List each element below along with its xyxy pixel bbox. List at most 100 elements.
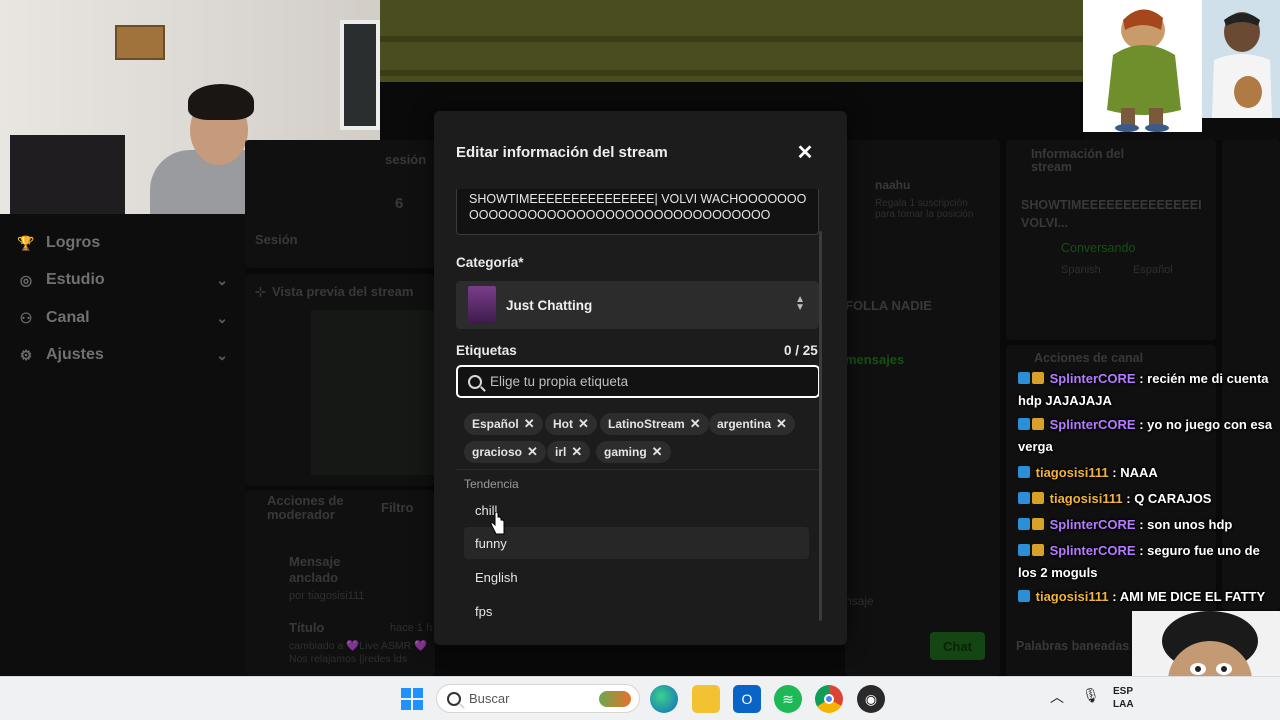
edge-icon[interactable] xyxy=(650,685,678,713)
taskbar-search[interactable]: Buscar xyxy=(436,684,640,713)
spotify-icon[interactable]: ≋ xyxy=(774,685,802,713)
tag-chip[interactable]: Hot ✕ xyxy=(545,413,597,435)
suggestions-header: Tendencia xyxy=(464,477,519,491)
tag-label: gaming xyxy=(604,445,647,459)
stream-title-field[interactable]: SHOWTIMEEEEEEEEEEEEEEE| VOLVI WACHOOOOOO… xyxy=(456,189,819,235)
tag-label: argentina xyxy=(717,417,772,431)
sidebar-item-canal[interactable]: ⚇ Canal ⌄ xyxy=(18,303,228,333)
obs-icon[interactable]: ◉ xyxy=(857,685,885,713)
suggestion-item[interactable]: fps xyxy=(464,595,809,627)
category-value: Just Chatting xyxy=(506,297,593,313)
suggestion-item[interactable]: funny xyxy=(464,527,809,559)
hand-cursor-icon xyxy=(490,512,505,535)
sidebar-item-label: Canal xyxy=(46,309,90,326)
sidebar-item-ajustes[interactable]: ⚙ Ajustes ⌄ xyxy=(18,340,228,370)
sub-badge-icon xyxy=(1018,518,1030,530)
top-video-band xyxy=(380,0,1083,82)
sub-badge-icon xyxy=(1018,372,1030,384)
sidebar-item-logros[interactable]: 🏆 Logros xyxy=(17,228,228,258)
cartoon-doctor-image xyxy=(1202,0,1280,118)
divider xyxy=(456,469,819,470)
crown-badge-icon xyxy=(1032,544,1044,556)
chevron-down-icon: ⌄ xyxy=(216,271,228,288)
edit-stream-info-modal: Editar información del stream ✕ SHOWTIME… xyxy=(434,111,847,645)
category-select[interactable]: Just Chatting ▲ ▼ xyxy=(456,281,819,329)
tag-chip[interactable]: argentina ✕ xyxy=(709,413,795,435)
tag-chip[interactable]: irl ✕ xyxy=(547,441,591,463)
chat-username: SplinterCORE xyxy=(1049,417,1136,432)
close-icon[interactable]: ✕ xyxy=(652,444,663,460)
tag-chip[interactable]: LatinoStream ✕ xyxy=(600,413,709,435)
chat-overlay-line: SplinterCORE : seguro fue uno de los 2 m… xyxy=(1018,540,1280,584)
tag-chip[interactable]: gaming ✕ xyxy=(596,441,671,463)
close-icon[interactable]: ✕ xyxy=(776,416,787,432)
suggestion-item[interactable]: English xyxy=(464,561,809,593)
crown-badge-icon xyxy=(1032,372,1044,384)
crown-badge-icon xyxy=(1032,492,1044,504)
chrome-center xyxy=(824,694,834,704)
tag-label: irl xyxy=(555,445,567,459)
chat-username: SplinterCORE xyxy=(1049,371,1136,386)
trophy-icon: 🏆 xyxy=(17,234,35,251)
search-icon xyxy=(447,691,461,706)
close-icon[interactable]: ✕ xyxy=(794,142,816,164)
chat-overlay-line: tiagosisi111 : AMI ME DICE EL FATTY xyxy=(1018,586,1280,608)
tag-label: Español xyxy=(472,417,519,431)
sidebar-item-label: Logros xyxy=(46,234,101,251)
webcam-painting xyxy=(115,25,165,60)
sub-badge-icon xyxy=(1018,544,1030,556)
users-icon: ⚇ xyxy=(19,309,33,326)
close-icon[interactable]: ✕ xyxy=(578,416,589,432)
close-icon[interactable]: ✕ xyxy=(571,444,582,460)
sub-badge-icon xyxy=(1018,418,1030,430)
dashboard-sidebar: 🏆 Logros ◎ Estudio ⌄ ⚇ Canal ⌄ ⚙ Ajustes… xyxy=(0,214,245,676)
cartoon-hunchback-image xyxy=(1083,0,1202,132)
microphone-icon[interactable]: 🎙 xyxy=(1082,687,1100,704)
search-icon xyxy=(468,374,482,389)
chat-text: : son unos hdp xyxy=(1139,517,1233,532)
band-stripe xyxy=(380,70,1083,76)
chat-overlay-line: tiagosisi111 : Q CARAJOS xyxy=(1018,488,1280,510)
tag-chip[interactable]: gracioso ✕ xyxy=(464,441,546,463)
updown-caret-icon: ▲ ▼ xyxy=(795,294,805,313)
file-explorer-icon[interactable] xyxy=(692,685,720,713)
modal-title: Editar información del stream xyxy=(456,144,668,161)
crown-badge-icon xyxy=(1032,418,1044,430)
sub-badge-icon xyxy=(1018,590,1030,602)
tags-label: Etiquetas xyxy=(456,343,517,358)
chrome-icon[interactable] xyxy=(815,685,843,713)
sub-badge-icon xyxy=(1018,466,1030,478)
sidebar-item-label: Ajustes xyxy=(46,346,104,363)
chat-username: SplinterCORE xyxy=(1049,543,1136,558)
chat-username: tiagosisi111 xyxy=(1035,589,1109,604)
camera-icon: ◎ xyxy=(19,271,33,288)
tag-chip[interactable]: Español ✕ xyxy=(464,413,543,435)
windows-taskbar: Buscar O ≋ ◉ ︿ 🎙 ESP LAA xyxy=(0,676,1280,720)
chevron-down-icon: ⌄ xyxy=(216,309,228,326)
outlook-icon[interactable]: O xyxy=(733,685,761,713)
gear-icon: ⚙ xyxy=(19,346,33,363)
tags-search-field[interactable] xyxy=(456,365,820,398)
chat-overlay-line: SplinterCORE : son unos hdp xyxy=(1018,514,1280,536)
windows-start-icon[interactable] xyxy=(398,685,426,713)
webcam-window xyxy=(340,20,380,130)
close-icon[interactable]: ✕ xyxy=(524,416,535,432)
taskbar-search-placeholder: Buscar xyxy=(469,691,510,706)
chat-text: : AMI ME DICE EL FATTY xyxy=(1112,589,1266,604)
close-icon[interactable]: ✕ xyxy=(690,416,701,432)
chat-text: : NAAA xyxy=(1112,465,1158,480)
chat-username: tiagosisi111 xyxy=(1035,465,1109,480)
modal-scrollbar[interactable] xyxy=(819,231,822,621)
chevron-down-icon: ⌄ xyxy=(216,346,228,363)
sidebar-item-estudio[interactable]: ◎ Estudio ⌄ xyxy=(18,265,228,295)
sub-badge-icon xyxy=(1018,492,1030,504)
band-stripe xyxy=(380,36,1083,42)
tags-search-input[interactable] xyxy=(490,374,790,389)
tags-count: 0 / 25 xyxy=(784,343,818,358)
chat-username: SplinterCORE xyxy=(1049,517,1136,532)
chevron-up-icon[interactable]: ︿ xyxy=(1050,687,1064,707)
language-indicator[interactable]: ESP LAA xyxy=(1113,685,1134,711)
suggestion-item[interactable]: chill xyxy=(464,494,809,526)
close-icon[interactable]: ✕ xyxy=(527,444,538,460)
tag-label: gracioso xyxy=(472,445,523,459)
